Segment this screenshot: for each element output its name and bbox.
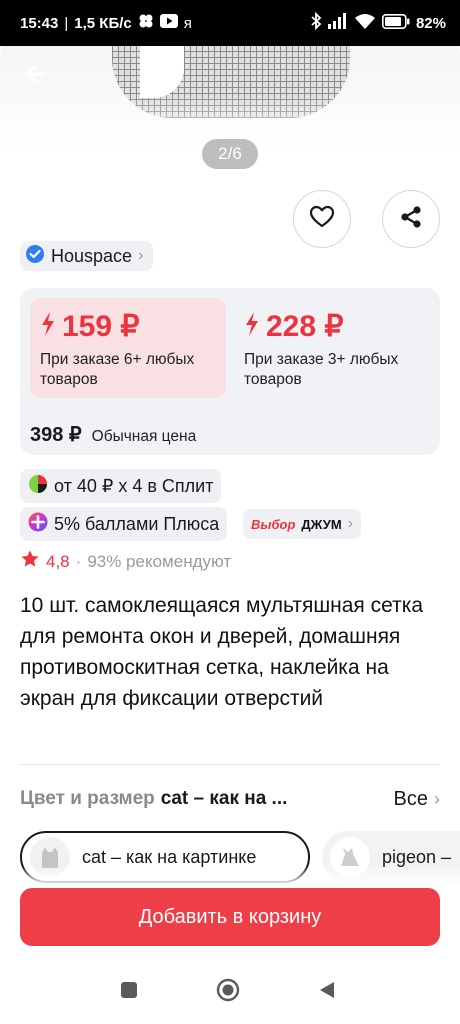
product-title: 10 шт. самоклеящаяся мультяшная сетка дл… [20,594,424,710]
nav-back-button[interactable] [313,978,341,1006]
battery-percent: 82% [415,14,446,32]
arrow-left-icon [24,62,48,91]
plus-points-chip[interactable]: 5% баллами Плюса [20,507,228,541]
clover-icon [138,13,154,33]
chevron-right-icon: › [138,247,144,264]
chevron-right-icon: › [434,788,440,809]
plus-points-text: 5% баллами Плюса [54,513,220,534]
system-nav-bar [0,960,460,1024]
plus-points-icon [28,512,48,537]
battery-icon [381,13,410,33]
seller-link[interactable]: Houspace › [20,241,154,271]
tier1-note: При заказе 6+ любых товаров [40,351,195,388]
back-button[interactable] [16,56,56,96]
carrier-glyph: я [183,14,192,32]
jum-name-label: ДЖУМ [301,516,342,532]
tier2-price: 228 ₽ [266,310,344,343]
network-speed: 1,5 КБ/с [74,14,132,32]
variant-label: Цвет и размер [20,788,155,809]
split-text: от 40 ₽ x 4 в Сплит [54,475,214,496]
divider [20,764,440,765]
rating-separator: · [75,551,82,571]
lightning-icon [244,310,260,344]
split-chip[interactable]: от 40 ₽ x 4 в Сплит [20,469,222,503]
recent-apps-icon [120,981,138,1004]
home-button[interactable] [214,978,242,1006]
rating-score: 4,8 [46,551,70,571]
jum-choice-chip[interactable]: Выбор ДЖУМ › [243,509,362,539]
star-icon [20,549,40,574]
clock: 15:43 [20,14,59,32]
signal-icon [327,13,348,33]
add-to-cart-button[interactable]: Добавить в корзину [20,888,440,946]
recent-apps-button[interactable] [115,978,143,1006]
seller-name: Houspace [51,245,133,266]
share-button[interactable] [382,190,440,248]
variant-selector-row[interactable]: Цвет и размер cat – как на ... Все › [20,784,440,814]
variant-selected-value: cat – как на ... [160,788,288,809]
all-variants-link[interactable]: Все › [394,788,440,811]
lightning-icon [40,310,56,344]
heart-icon [309,205,335,234]
tier1-price: 159 ₽ [62,310,140,343]
share-icon [398,204,424,235]
variant-option-label: pigeon – [382,846,452,867]
cart-fade [0,866,460,886]
youtube-icon [159,14,178,32]
tier2-note: При заказе 3+ любых товаров [244,351,399,388]
status-left: 15:43 | 1,5 КБ/с я [20,13,192,33]
wifi-icon [354,13,376,33]
regular-price-value: 398 ₽ [30,424,82,446]
gallery-page-indicator: 2/6 [202,139,258,169]
favorite-button[interactable] [293,190,351,248]
all-variants-label: Все [393,787,428,810]
recommend-percent: 93% рекомендуют [87,551,232,571]
status-right: 82% [310,11,446,34]
split-pie-icon [28,474,48,499]
rating-row[interactable]: 4,8 · 93% рекомендуют [20,549,231,574]
home-icon [216,978,240,1007]
regular-price-label: Обычная цена [91,428,197,445]
price-tier-6plus[interactable]: 159 ₽ При заказе 6+ любых товаров [30,298,226,398]
price-card: 159 ₽ При заказе 6+ любых товаров 228 ₽ … [20,288,440,455]
chevron-right-icon: › [347,515,354,532]
regular-price: 398 ₽ Обычная цена [30,422,196,447]
back-icon [317,980,337,1005]
jum-vybor-label: Выбор [251,516,296,532]
bluetooth-icon [310,11,322,34]
variant-option-label: cat – как на картинке [82,846,257,867]
price-tier-3plus[interactable]: 228 ₽ При заказе 3+ любых товаров [234,298,430,398]
status-bar: 15:43 | 1,5 КБ/с я 82% [0,0,460,46]
status-separator: | [64,14,69,32]
verified-check-icon [25,244,45,269]
